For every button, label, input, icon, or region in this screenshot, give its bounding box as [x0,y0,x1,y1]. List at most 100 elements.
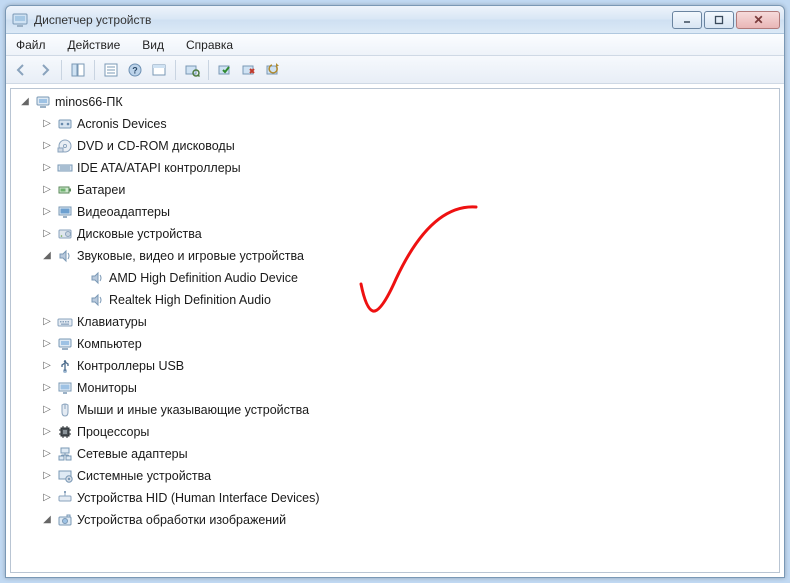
expand-toggle[interactable]: ▷ [41,118,53,130]
scan-button[interactable] [181,59,203,81]
device-tree-scroll[interactable]: ◢ minos66-ПК ▷ Acronis Devices ▷ DVD и C… [11,89,779,572]
expand-toggle[interactable]: ▷ [41,448,53,460]
tree-label: Процессоры [77,421,149,443]
tree-node-cat-2[interactable]: ▷ IDE ATA/ATAPI контроллеры [15,157,779,179]
tree-label: DVD и CD-ROM дисководы [77,135,235,157]
svg-text:?: ? [132,65,138,75]
cpu-icon [57,424,73,440]
keyboard-icon [57,314,73,330]
battery-icon [57,182,73,198]
menu-view[interactable]: Вид [138,36,168,54]
tree-node-cat-16[interactable]: ◢ Устройства обработки изображений [15,509,779,531]
tree-node-cat-8[interactable]: ▷ Компьютер [15,333,779,355]
hid-icon [57,490,73,506]
audio-icon [89,292,105,308]
expand-toggle[interactable]: ▷ [41,162,53,174]
expand-toggle[interactable]: ◢ [19,96,31,108]
disc-icon [57,138,73,154]
uninstall-button[interactable] [238,59,260,81]
expand-toggle[interactable]: ▷ [41,206,53,218]
tree-node-cat-5[interactable]: ▷ Дисковые устройства [15,223,779,245]
expand-toggle[interactable]: ▷ [41,492,53,504]
expand-toggle[interactable]: ▷ [41,316,53,328]
mouse-icon [57,402,73,418]
show-hide-tree-button[interactable] [67,59,89,81]
generic-icon [57,116,73,132]
tree-label: minos66-ПК [55,91,123,113]
tree-label: Батареи [77,179,125,201]
expand-toggle[interactable]: ◢ [41,250,53,262]
titlebar[interactable]: Диспетчер устройств [6,6,784,34]
expand-toggle[interactable]: ▷ [41,404,53,416]
minimize-button[interactable] [672,11,702,29]
computer-icon [57,336,73,352]
tree-label: Мыши и иные указывающие устройства [77,399,309,421]
app-icon [12,12,28,28]
tree-label: Клавиатуры [77,311,147,333]
system-icon [57,468,73,484]
update-driver-button[interactable] [262,59,284,81]
tree-node-cat-6-child-1[interactable]: Realtek High Definition Audio [15,289,779,311]
tree-node-cat-6-child-0[interactable]: AMD High Definition Audio Device [15,267,779,289]
tree-label: Сетевые адаптеры [77,443,188,465]
menu-file[interactable]: Файл [12,36,50,54]
tree-label: Компьютер [77,333,142,355]
expand-toggle[interactable]: ◢ [41,514,53,526]
tree-node-cat-12[interactable]: ▷ Процессоры [15,421,779,443]
expand-toggle[interactable]: ▷ [41,140,53,152]
forward-button[interactable] [34,59,56,81]
network-icon [57,446,73,462]
computer-icon [35,94,51,110]
tree-label: Контроллеры USB [77,355,184,377]
usb-icon [57,358,73,374]
toolbar-separator [175,60,176,80]
tree-label: Устройства обработки изображений [77,509,286,531]
maximize-button[interactable] [704,11,734,29]
tree-label: Системные устройства [77,465,211,487]
tree-node-cat-6[interactable]: ◢ Звуковые, видео и игровые устройства [15,245,779,267]
expand-toggle[interactable]: ▷ [41,228,53,240]
tree-node-cat-14[interactable]: ▷ Системные устройства [15,465,779,487]
tree-node-cat-1[interactable]: ▷ DVD и CD-ROM дисководы [15,135,779,157]
close-button[interactable] [736,11,780,29]
tree-node-cat-0[interactable]: ▷ Acronis Devices [15,113,779,135]
tree-node-cat-15[interactable]: ▷ Устройства HID (Human Interface Device… [15,487,779,509]
tree-node-cat-7[interactable]: ▷ Клавиатуры [15,311,779,333]
tree-label: AMD High Definition Audio Device [109,267,298,289]
hdd-icon [57,226,73,242]
tree-label: Видеоадаптеры [77,201,170,223]
tree-node-cat-10[interactable]: ▷ Мониторы [15,377,779,399]
menu-help[interactable]: Справка [182,36,237,54]
imaging-icon [57,512,73,528]
expand-toggle[interactable]: ▷ [41,382,53,394]
expand-toggle[interactable]: ▷ [41,360,53,372]
tree-node-cat-13[interactable]: ▷ Сетевые адаптеры [15,443,779,465]
ide-icon [57,160,73,176]
properties-button[interactable] [100,59,122,81]
expand-toggle[interactable]: ▷ [41,338,53,350]
tree-node-cat-3[interactable]: ▷ Батареи [15,179,779,201]
tree-label: IDE ATA/ATAPI контроллеры [77,157,241,179]
menu-action[interactable]: Действие [64,36,125,54]
menubar: Файл Действие Вид Справка [6,34,784,56]
toolbar-separator [208,60,209,80]
action-button[interactable] [148,59,170,81]
window-controls [670,11,780,29]
tree-node-root[interactable]: ◢ minos66-ПК [15,91,779,113]
toolbar-separator [61,60,62,80]
tree-node-cat-11[interactable]: ▷ Мыши и иные указывающие устройства [15,399,779,421]
expand-toggle[interactable]: ▷ [41,426,53,438]
toolbar-separator [94,60,95,80]
enable-button[interactable] [214,59,236,81]
help-button[interactable]: ? [124,59,146,81]
audio-icon [89,270,105,286]
tree-node-cat-9[interactable]: ▷ Контроллеры USB [15,355,779,377]
tree-node-cat-4[interactable]: ▷ Видеоадаптеры [15,201,779,223]
window-title: Диспетчер устройств [34,13,670,27]
tree-label: Звуковые, видео и игровые устройства [77,245,304,267]
back-button[interactable] [10,59,32,81]
tree-label: Acronis Devices [77,113,167,135]
expand-toggle[interactable]: ▷ [41,184,53,196]
tree-label: Realtek High Definition Audio [109,289,271,311]
expand-toggle[interactable]: ▷ [41,470,53,482]
